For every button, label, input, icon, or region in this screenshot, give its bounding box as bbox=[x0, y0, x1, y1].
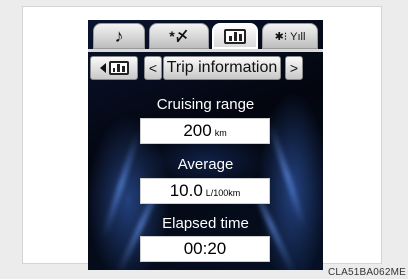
music-note-icon: ♪ bbox=[114, 25, 124, 46]
previous-category-button[interactable] bbox=[90, 56, 138, 80]
bar-chart-icon bbox=[224, 28, 246, 44]
average-unit: L/100km bbox=[205, 188, 241, 198]
average-label: Average bbox=[177, 156, 234, 173]
figure-caption: CLA51BA062ME bbox=[327, 267, 406, 278]
cruising-range-label: Cruising range bbox=[156, 96, 255, 113]
tab-voice[interactable]: *〆 bbox=[149, 23, 209, 49]
elapsed-time-number: 00:20 bbox=[183, 239, 227, 258]
previous-page-button[interactable]: < bbox=[144, 56, 162, 80]
page-title: Trip information bbox=[163, 56, 281, 80]
cruising-range-unit: km bbox=[214, 128, 227, 138]
header-row: < Trip information > bbox=[88, 56, 323, 80]
cruising-range-value: 200 km bbox=[140, 118, 270, 144]
average-number: 10.0 bbox=[169, 181, 203, 200]
cruising-range-number: 200 bbox=[183, 121, 212, 140]
bluetooth-signal-icon: ✱⁝ Yıll bbox=[274, 30, 306, 43]
bar-chart-icon bbox=[108, 61, 129, 75]
display-screen: ♪ *〆 ✱⁝ Yıll < Trip information > Cruisi… bbox=[88, 20, 323, 270]
tab-divider bbox=[88, 49, 323, 52]
tab-phone[interactable]: ✱⁝ Yıll bbox=[262, 23, 318, 49]
tab-info[interactable] bbox=[212, 23, 258, 49]
elapsed-time-label: Elapsed time bbox=[162, 215, 249, 232]
elapsed-time-value: 00:20 bbox=[140, 236, 270, 262]
next-page-button[interactable]: > bbox=[285, 56, 303, 80]
triangle-left-icon bbox=[99, 63, 106, 73]
voice-recognition-icon: *〆 bbox=[169, 28, 189, 44]
average-value: 10.0 L/100km bbox=[140, 178, 270, 204]
tab-music[interactable]: ♪ bbox=[93, 23, 145, 49]
